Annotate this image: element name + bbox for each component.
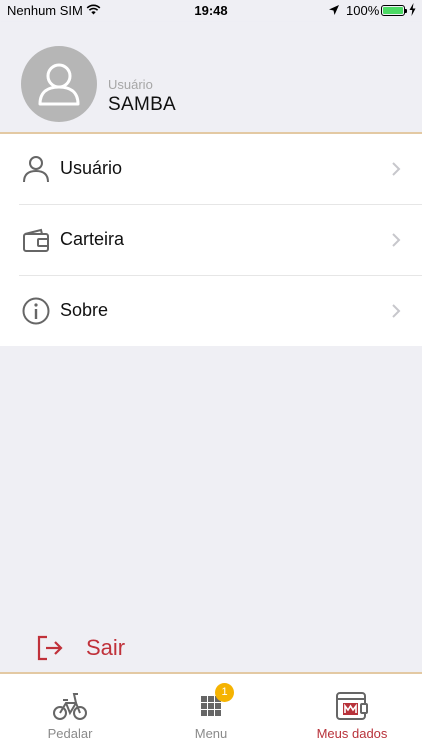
logout-label: Sair (86, 635, 126, 660)
menu-item-sobre[interactable]: Sobre (0, 276, 422, 346)
tab-label: Meus dados (316, 726, 388, 741)
profile-name: SAMBA (108, 94, 177, 115)
tab-menu[interactable]: Menu (141, 674, 281, 750)
chevron-right-icon (392, 304, 401, 318)
avatar[interactable] (21, 46, 97, 122)
tab-label: Menu (194, 726, 228, 741)
info-icon (22, 297, 50, 325)
profile-header: Usuário SAMBA (0, 22, 422, 134)
user-icon (23, 156, 49, 183)
menu-item-label: Carteira (60, 229, 125, 249)
notification-badge: 1 (215, 683, 234, 702)
bicycle-icon (53, 693, 87, 720)
chevron-right-icon (392, 162, 401, 176)
menu-item-carteira[interactable]: Carteira (19, 205, 422, 276)
tab-bar: Pedalar Menu 1 Meus dados (0, 672, 422, 752)
charging-bolt-icon (409, 3, 416, 16)
status-bar: Nenhum SIM 19:48 100% (0, 0, 422, 22)
chevron-right-icon (392, 233, 401, 247)
battery-percentage: 100% (346, 3, 380, 18)
menu-item-label: Sobre (60, 300, 109, 320)
tab-label: Pedalar (47, 726, 93, 741)
logout-icon (37, 635, 63, 661)
profile-caption: Usuário (108, 77, 153, 92)
tab-meus-dados[interactable]: Meus dados (282, 674, 422, 750)
location-arrow-icon (329, 5, 339, 15)
wallet-icon (23, 228, 49, 252)
tab-pedalar[interactable]: Pedalar (0, 674, 140, 750)
menu-item-label: Usuário (60, 158, 123, 178)
menu-item-usuario[interactable]: Usuário (19, 134, 422, 205)
logout-button[interactable]: Sair (36, 632, 236, 664)
wallet-m-icon (336, 692, 368, 720)
user-silhouette-icon (38, 63, 80, 106)
menu-list: Usuário Carteira Sobre (0, 134, 422, 346)
battery-icon (381, 5, 407, 16)
